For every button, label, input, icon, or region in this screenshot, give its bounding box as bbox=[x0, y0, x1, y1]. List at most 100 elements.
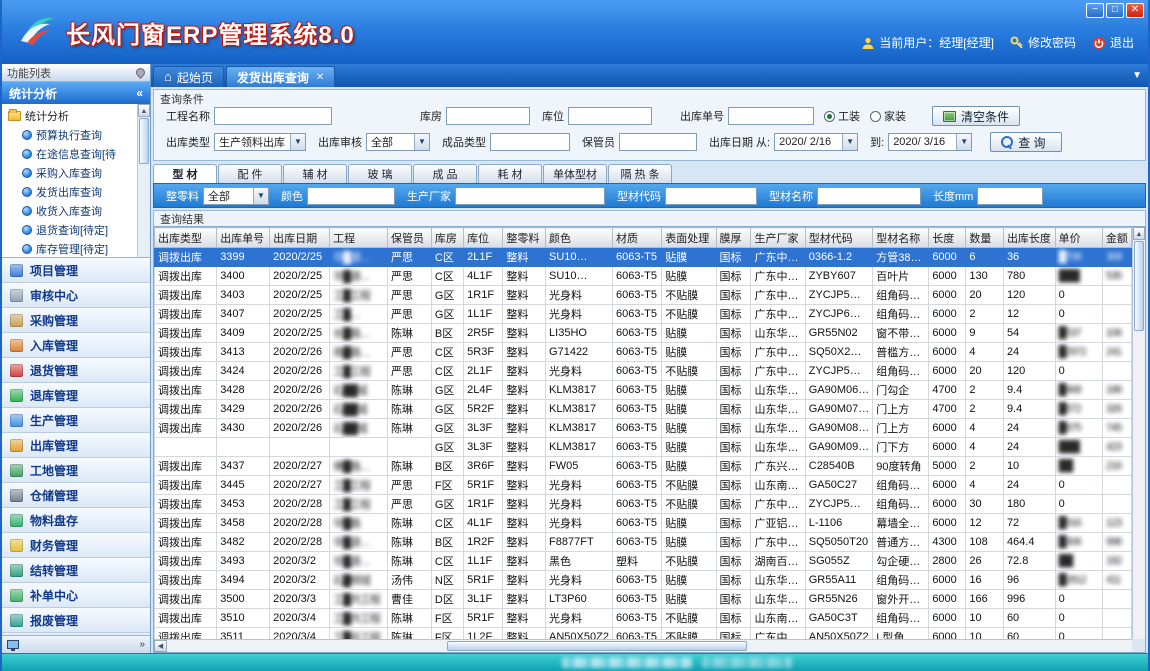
chevron-down-icon[interactable]: ▼ bbox=[290, 134, 305, 150]
chevron-down-icon[interactable]: ▼ bbox=[842, 134, 857, 150]
scroll-up-icon[interactable]: ▲ bbox=[138, 104, 150, 117]
column-header-8[interactable]: 颜色 bbox=[546, 228, 613, 248]
product-type-input[interactable] bbox=[490, 133, 570, 151]
material-tab-0[interactable]: 型 材 bbox=[153, 164, 217, 183]
profile-code-input[interactable] bbox=[665, 187, 757, 205]
table-row[interactable]: 调拨出库34072020/2/25工█…严思G区1L1F整料光身料6063-T5… bbox=[155, 305, 1132, 324]
tree-root-statistics[interactable]: 统计分析 bbox=[8, 107, 136, 125]
material-tab-7[interactable]: 隔 热 条 bbox=[608, 164, 672, 183]
table-vertical-scrollbar[interactable]: ▲ bbox=[1132, 227, 1145, 639]
table-row[interactable]: 调拨出库34372020/2/27佛█路…陈琳B区3R6F整料FW056063-… bbox=[155, 457, 1132, 476]
material-tab-3[interactable]: 玻 璃 bbox=[348, 164, 412, 183]
sidebar-section-statistics[interactable]: 统计分析 « bbox=[2, 82, 150, 104]
column-header-19[interactable]: 金额 bbox=[1102, 228, 1131, 248]
logout-button[interactable]: 退出 bbox=[1092, 34, 1134, 51]
sidebar-item-8[interactable]: 出库管理 bbox=[2, 433, 150, 458]
column-header-0[interactable]: 出库类型 bbox=[155, 228, 217, 248]
location-input[interactable] bbox=[568, 107, 652, 125]
table-row[interactable]: 调拨出库35002020/3/3工█共工程曹佳D区3L1F整料LT3P60606… bbox=[155, 590, 1132, 609]
table-row[interactable]: 调拨出库34532020/2/28工█工程严思G区1R1F整料光身料6063-T… bbox=[155, 495, 1132, 514]
tab-list-caret-icon[interactable]: ▼ bbox=[1132, 70, 1142, 81]
column-header-14[interactable]: 型材名称 bbox=[873, 228, 929, 248]
whole-part-select[interactable]: 全部 ▼ bbox=[203, 187, 269, 205]
table-row[interactable]: 调拨出库34942020/3/2石█辉城汤伟N区5R1F整料光身料6063-T5… bbox=[155, 571, 1132, 590]
chevron-down-icon[interactable]: ▼ bbox=[253, 188, 268, 204]
table-row[interactable]: G区3L3F整料KLM38176063-T5贴膜国标山东华…GA90M09…门下… bbox=[155, 438, 1132, 457]
clear-conditions-button[interactable]: 清空条件 bbox=[932, 106, 1020, 126]
column-header-10[interactable]: 表面处理 bbox=[662, 228, 716, 248]
table-row[interactable]: 调拨出库34292020/2/26石██城陈琳G区5R2F整料KLM381760… bbox=[155, 400, 1132, 419]
tree-item-2[interactable]: 采购入库查询 bbox=[8, 163, 136, 182]
column-header-4[interactable]: 保管员 bbox=[387, 228, 431, 248]
sidebar-item-11[interactable]: 物料盘存 bbox=[2, 508, 150, 533]
table-row[interactable]: 调拨出库34282020/2/26石██城陈琳G区2L4F整料KLM381760… bbox=[155, 381, 1132, 400]
sidebar-item-14[interactable]: 补单中心 bbox=[2, 583, 150, 608]
material-tab-1[interactable]: 配 件 bbox=[218, 164, 282, 183]
radio-gongzhuang[interactable]: 工装 bbox=[824, 108, 860, 124]
column-header-1[interactable]: 出库单号 bbox=[217, 228, 270, 248]
sidebar-item-2[interactable]: 审核中心 bbox=[2, 283, 150, 308]
material-tab-2[interactable]: 辅 材 bbox=[283, 164, 347, 183]
sidebar-item-4[interactable]: 入库管理 bbox=[2, 333, 150, 358]
tree-item-3[interactable]: 发货出库查询 bbox=[8, 182, 136, 201]
date-from-picker[interactable]: 2020/ 2/16 ▼ bbox=[774, 133, 858, 151]
keeper-input[interactable] bbox=[619, 133, 697, 151]
tree-item-4[interactable]: 收货入库查询 bbox=[8, 201, 136, 220]
column-header-18[interactable]: 单价 bbox=[1055, 228, 1102, 248]
table-row[interactable]: 调拨出库35112020/3/4工█共工程陈琳F区1L2F整料AN50X50Z2… bbox=[155, 628, 1132, 640]
tree-item-0[interactable]: 预算执行查询 bbox=[8, 125, 136, 144]
column-header-11[interactable]: 膜厚 bbox=[716, 228, 751, 248]
scroll-left-icon[interactable]: ◀ bbox=[154, 640, 167, 652]
column-header-13[interactable]: 型材代码 bbox=[805, 228, 873, 248]
pin-icon[interactable] bbox=[134, 66, 147, 79]
vertical-scrollbar-thumb[interactable] bbox=[1134, 241, 1144, 331]
column-header-2[interactable]: 出库日期 bbox=[270, 228, 330, 248]
tree-item-1[interactable]: 在途信息查询[待 bbox=[8, 144, 136, 163]
tab-shipping-query[interactable]: 发货出库查询✕ bbox=[226, 66, 335, 87]
radio-jiazhuang[interactable]: 家装 bbox=[870, 108, 906, 124]
length-input[interactable] bbox=[977, 187, 1043, 205]
sidebar-item-5[interactable]: 退货管理 bbox=[2, 358, 150, 383]
sidebar-item-7[interactable]: 生产管理 bbox=[2, 408, 150, 433]
table-row[interactable]: 调拨出库34032020/2/25工█工程严思G区1R1F整料光身料6063-T… bbox=[155, 286, 1132, 305]
order-no-input[interactable] bbox=[728, 107, 814, 125]
change-password-button[interactable]: 修改密码 bbox=[1010, 34, 1076, 51]
collapse-icon[interactable]: « bbox=[136, 86, 143, 100]
column-header-16[interactable]: 数量 bbox=[966, 228, 1004, 248]
column-header-7[interactable]: 整零料 bbox=[503, 228, 546, 248]
sidebar-item-13[interactable]: 结转管理 bbox=[2, 558, 150, 583]
table-row[interactable]: 调拨出库34822020/2/28华█源…陈琳B区1R2F整料F8877FT60… bbox=[155, 533, 1132, 552]
tree-item-5[interactable]: 退货查询[待定] bbox=[8, 220, 136, 239]
tab-home[interactable]: ⌂起始页 bbox=[153, 66, 224, 87]
sidebar-item-12[interactable]: 财务管理 bbox=[2, 533, 150, 558]
horizontal-scrollbar-thumb[interactable] bbox=[447, 641, 747, 651]
table-row[interactable]: 调拨出库35102020/3/4工█共工程陈琳F区5R1F整料光身料6063-T… bbox=[155, 609, 1132, 628]
sidebar-item-1[interactable]: 项目管理 bbox=[2, 258, 150, 283]
sidebar-item-15[interactable]: 报废管理 bbox=[2, 608, 150, 633]
color-input[interactable] bbox=[307, 187, 395, 205]
minimize-button[interactable]: − bbox=[1086, 3, 1104, 18]
table-row[interactable]: 调拨出库34132020/2/26南█路…严思C区5R3F整料G71422606… bbox=[155, 343, 1132, 362]
sidebar-item-6[interactable]: 退库管理 bbox=[2, 383, 150, 408]
table-row[interactable]: 调拨出库34582020/2/28华█路陈琳C区4L1F整料光身料6063-T5… bbox=[155, 514, 1132, 533]
table-horizontal-scrollbar[interactable]: ◀ bbox=[154, 639, 1132, 652]
table-row[interactable]: 调拨出库34002020/2/25华█源…严思C区4L1F整料SU10…6063… bbox=[155, 267, 1132, 286]
table-row[interactable]: 调拨出库34302020/2/26石██城陈琳G区3L3F整料KLM381760… bbox=[155, 419, 1132, 438]
chevron-down-icon[interactable]: ▼ bbox=[414, 134, 429, 150]
close-button[interactable]: ✕ bbox=[1126, 3, 1144, 18]
tree-scrollbar-thumb[interactable] bbox=[139, 118, 149, 164]
table-row[interactable]: 调拨出库34452020/2/27工█工程严思F区5R1F整料光身料6063-T… bbox=[155, 476, 1132, 495]
expand-more-icon[interactable]: » bbox=[139, 639, 145, 650]
column-header-12[interactable]: 生产厂家 bbox=[751, 228, 805, 248]
maximize-button[interactable]: □ bbox=[1106, 3, 1124, 18]
column-header-9[interactable]: 材质 bbox=[612, 228, 661, 248]
outbound-type-select[interactable]: 生产领料出库 ▼ bbox=[214, 133, 306, 151]
sidebar-item-9[interactable]: 工地管理 bbox=[2, 458, 150, 483]
material-tab-6[interactable]: 单体型材 bbox=[543, 164, 607, 183]
sidebar-item-3[interactable]: 采购管理 bbox=[2, 308, 150, 333]
date-to-picker[interactable]: 2020/ 3/16 ▼ bbox=[888, 133, 972, 151]
material-tab-5[interactable]: 耗 材 bbox=[478, 164, 542, 183]
manufacturer-input[interactable] bbox=[455, 187, 605, 205]
table-row[interactable]: 调拨出库33992020/2/25华█源…严思C区2L1F整料SU10…6063… bbox=[155, 248, 1132, 267]
tree-scrollbar[interactable]: ▲ bbox=[137, 104, 150, 257]
